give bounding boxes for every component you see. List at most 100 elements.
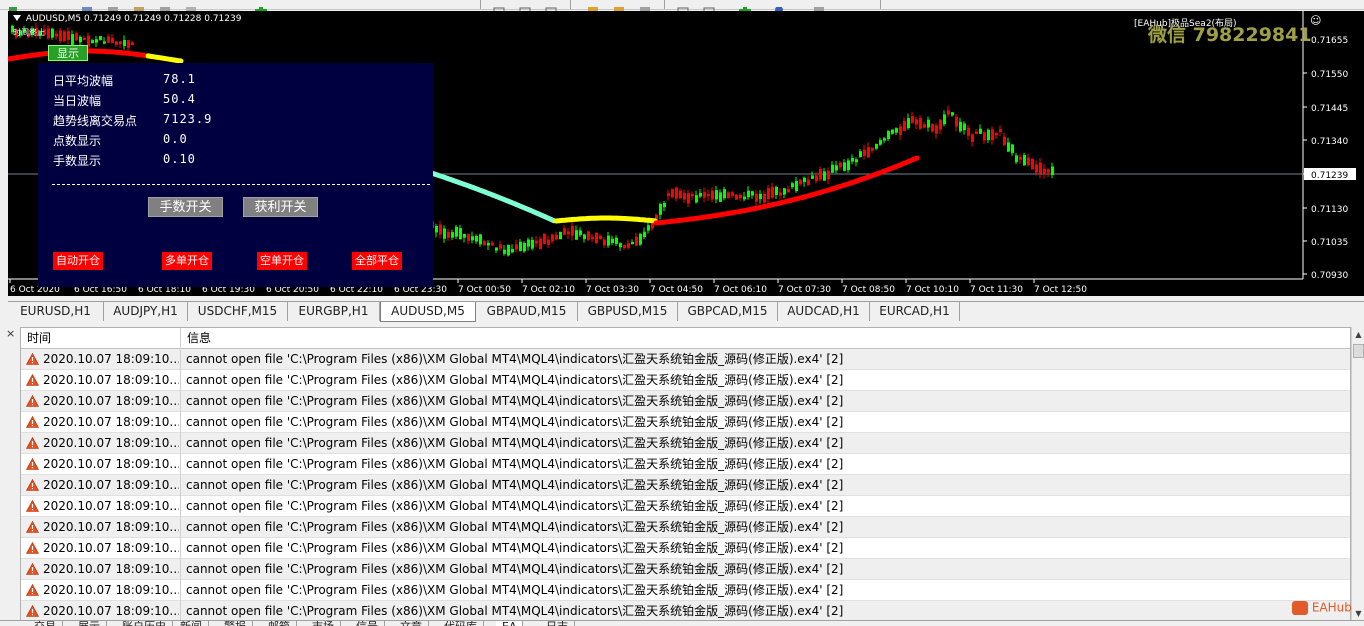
candle-body — [755, 193, 758, 202]
toolbar-button[interactable] — [80, 0, 94, 13]
toolbar-button[interactable] — [184, 0, 198, 14]
candle-body — [931, 124, 934, 132]
log-row[interactable]: 2020.10.07 18:09:10.… cannot open file 'C… — [21, 559, 1350, 580]
info-value: 7123.9 — [163, 112, 213, 126]
candle-body — [591, 236, 594, 240]
tab-audcad-h1[interactable]: AUDCAD,H1 — [778, 302, 870, 321]
terminal-tab[interactable]: EA — [496, 621, 524, 626]
log-row[interactable]: 2020.10.07 18:09:10.… cannot open file 'C… — [21, 391, 1350, 412]
toolbar-button[interactable] — [106, 0, 120, 14]
time-column-header[interactable]: 时间 — [21, 328, 181, 349]
profit-switch-button[interactable]: 获利开关 — [243, 197, 318, 217]
toolbar-button[interactable] — [586, 0, 600, 14]
candle-body — [51, 28, 54, 38]
tab-eurusd-h1[interactable]: EURUSD,H1 — [8, 302, 104, 321]
log-row[interactable]: 2020.10.07 18:09:10.… cannot open file 'C… — [21, 349, 1350, 370]
candle-body — [435, 226, 438, 233]
terminal-tab[interactable]: 新闻 — [174, 621, 209, 626]
terminal-tab[interactable]: 文章 — [394, 621, 429, 626]
toolbar-button[interactable] — [812, 0, 826, 14]
toolbar-button[interactable] — [612, 0, 626, 14]
log-row[interactable]: 2020.10.07 18:09:10.… cannot open file 'C… — [21, 496, 1350, 517]
candle-body — [835, 165, 838, 171]
toolbar-button[interactable] — [676, 0, 690, 15]
terminal-tab[interactable]: 代码库 — [438, 621, 484, 626]
add-icon[interactable] — [254, 0, 268, 15]
tab-usdchf-m15[interactable]: USDCHF,M15 — [188, 302, 288, 321]
warning-icon — [26, 542, 39, 554]
candle-body — [727, 192, 730, 198]
scroll-down-icon[interactable]: ▼ — [1353, 608, 1364, 619]
tab-gbpaud-m15[interactable]: GBPAUD,M15 — [476, 302, 578, 321]
toolbar-button[interactable] — [158, 0, 172, 14]
candle-body — [783, 188, 786, 195]
log-scrollbar[interactable]: ▲ ▼ — [1351, 327, 1364, 621]
candle-body — [947, 110, 950, 115]
tab-eurgbp-h1[interactable]: EURGBP,H1 — [288, 302, 380, 321]
tab-gbpcad-m15[interactable]: GBPCAD,M15 — [678, 302, 778, 321]
terminal-tab[interactable]: 展示 — [72, 621, 107, 626]
warning-icon — [26, 584, 39, 596]
tab-audjpy-h1[interactable]: AUDJPY,H1 — [104, 302, 188, 321]
close-icon[interactable]: × — [6, 327, 15, 340]
log-row[interactable]: 2020.10.07 18:09:10.… cannot open file 'C… — [21, 517, 1350, 538]
candle-body — [1019, 157, 1022, 160]
log-row[interactable]: 2020.10.07 18:09:10.… cannot open file 'C… — [21, 454, 1350, 475]
log-row[interactable]: 2020.10.07 18:09:10.… cannot open file 'C… — [21, 601, 1350, 620]
scroll-up-icon[interactable]: ▲ — [1353, 329, 1364, 340]
lot-switch-button[interactable]: 手数开关 — [148, 197, 223, 217]
message-column-header[interactable]: 信息 — [181, 328, 1350, 349]
terminal-tab[interactable]: 交易 — [28, 621, 63, 626]
log-time: 2020.10.07 18:09:10.… — [43, 520, 179, 534]
time-label: 7 Oct 02:10 — [522, 285, 575, 295]
log-row[interactable]: 2020.10.07 18:09:10.… cannot open file 'C… — [21, 412, 1350, 433]
show-button[interactable]: 显示 — [48, 45, 88, 61]
terminal-tab[interactable]: 账户历史 — [116, 621, 173, 626]
candle-body — [911, 116, 914, 123]
symbol-line: AUDUSD,M5 0.71249 0.71249 0.71228 0.7123… — [25, 14, 242, 24]
candle-body — [55, 33, 58, 37]
tab-gbpusd-m15[interactable]: GBPUSD,M15 — [578, 302, 678, 321]
tab-audusd-m5[interactable]: AUDUSD,M5 — [380, 302, 476, 322]
toolbar-button[interactable] — [544, 0, 558, 15]
toolbar-button[interactable] — [492, 0, 506, 15]
toolbar-button[interactable] — [702, 0, 716, 15]
toolbar-button[interactable] — [638, 0, 652, 14]
sell-open-button[interactable]: 空单开仓 — [257, 252, 307, 270]
terminal-tab[interactable]: 邮箱 — [262, 621, 297, 626]
candle-body — [571, 225, 574, 236]
terminal-tab[interactable]: 日志 — [540, 621, 575, 626]
log-row[interactable]: 2020.10.07 18:09:10.… cannot open file 'C… — [21, 433, 1350, 454]
auto-open-button[interactable]: 自动开仓 — [53, 252, 103, 270]
toolbar-button[interactable] — [6, 0, 20, 15]
close-all-button[interactable]: 全部平仓 — [352, 252, 402, 270]
log-row[interactable]: 2020.10.07 18:09:10.… cannot open file 'C… — [21, 538, 1350, 559]
toolbar-button[interactable] — [772, 0, 786, 14]
toolbar-button[interactable] — [518, 0, 532, 15]
candle-body — [1023, 155, 1026, 166]
candle-body — [123, 39, 126, 47]
terminal-tab[interactable]: 市场 — [306, 621, 341, 626]
info-label: 当日波幅 — [53, 94, 102, 108]
log-row[interactable]: 2020.10.07 18:09:10.… cannot open file 'C… — [21, 475, 1350, 496]
candle-body — [583, 234, 586, 240]
terminal-tabs: 交易 展示 账户历史新闻 警报 邮箱 市场 信号 文章 代码库 EA 日志 — [0, 620, 1364, 626]
buy-open-button[interactable]: 多单开仓 — [162, 252, 212, 270]
tab-eurcad-h1[interactable]: EURCAD,H1 — [870, 302, 960, 321]
time-label: 7 Oct 04:50 — [650, 285, 703, 295]
scroll-thumb[interactable] — [1353, 344, 1364, 358]
column-divider — [180, 412, 181, 433]
candle-body — [723, 189, 726, 199]
mt4-window: 0.71655 0.71550 0.71445 0.71340 0.71239 0.711… — [0, 0, 1364, 626]
eahub-logo-icon — [1292, 600, 1308, 615]
candle-body — [751, 191, 754, 196]
toolbar-button[interactable] — [132, 0, 146, 14]
add-icon[interactable] — [738, 0, 752, 15]
log-message: cannot open file 'C:\Program Files (x86)… — [186, 394, 844, 408]
candle-body — [539, 238, 542, 250]
terminal-tab[interactable]: 警报 — [218, 621, 253, 626]
log-row[interactable]: 2020.10.07 18:09:10.… cannot open file 'C… — [21, 580, 1350, 601]
price-chart[interactable]: 0.71655 0.71550 0.71445 0.71340 0.71239 0.711… — [8, 11, 1364, 296]
log-row[interactable]: 2020.10.07 18:09:10.… cannot open file 'C… — [21, 370, 1350, 391]
terminal-tab[interactable]: 信号 — [350, 621, 385, 626]
